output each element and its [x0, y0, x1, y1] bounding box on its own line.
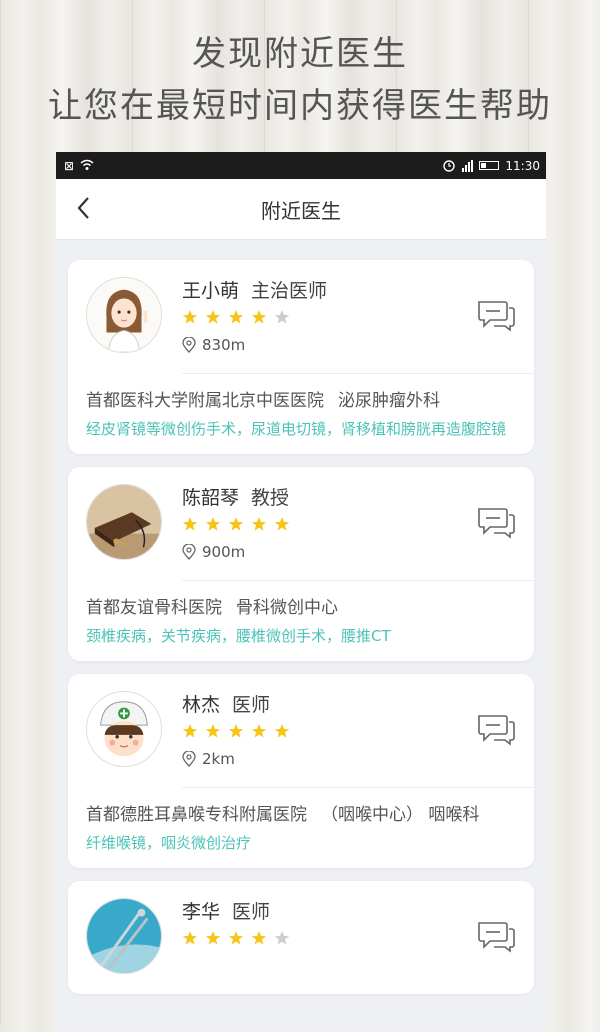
- department: 泌尿肿瘤外科: [338, 391, 440, 411]
- status-time: 11:30: [505, 158, 540, 173]
- star-filled-icon: [205, 931, 221, 945]
- chat-button[interactable]: [476, 297, 516, 333]
- doctor-card[interactable]: 林杰 医师 2km 首都德胜耳鼻喉专科附属医院 （咽喉中心） 咽喉科 纤维喉镜，咽炎…: [68, 674, 534, 868]
- promo-headline: 发现附近医生 让您在最短时间内获得医生帮助: [0, 28, 600, 132]
- specialties: 经皮肾镜等微创伤手术，尿道电切镜，肾移植和膀胱再造腹腔镜: [86, 420, 507, 438]
- promo-line-1: 发现附近医生: [192, 34, 408, 74]
- distance-value: 830m: [202, 336, 246, 354]
- alarm-icon: [442, 158, 456, 174]
- chat-bubble-icon: [478, 922, 515, 953]
- doctor-name-row: 李华 医师: [182, 897, 270, 924]
- location-pin-icon: [182, 544, 196, 560]
- star-filled-icon: [274, 724, 290, 738]
- doctor-title: 医师: [232, 901, 271, 923]
- specialties: 纤维喉镜，咽炎微创治疗: [86, 834, 252, 852]
- wifi-icon: [80, 159, 94, 173]
- hospital-name: 首都医科大学附属北京中医医院: [86, 391, 324, 411]
- page-title: 附近医生: [261, 198, 341, 223]
- star-filled-icon: [228, 724, 244, 738]
- doctor-title: 教授: [251, 487, 290, 509]
- department: （咽喉中心） 咽喉科: [321, 805, 480, 825]
- star-filled-icon: [274, 517, 290, 531]
- rating-stars: [182, 930, 290, 946]
- back-button[interactable]: [68, 193, 98, 223]
- rating-stars: [182, 309, 290, 325]
- star-filled-icon: [251, 310, 267, 324]
- distance: 830m: [182, 336, 245, 354]
- hospital-info: 首都医科大学附属北京中医医院 泌尿肿瘤外科: [86, 388, 516, 414]
- doctor-avatar: [86, 898, 162, 974]
- doctor-name: 李华: [182, 901, 221, 923]
- doctor-avatar: [86, 691, 162, 767]
- no-sim-icon: ⊠: [64, 158, 75, 173]
- doctor-name: 林杰: [182, 694, 221, 716]
- star-empty-icon: [274, 931, 290, 945]
- doctor-avatar: [86, 484, 162, 560]
- hospital-name: 首都德胜耳鼻喉专科附属医院: [86, 805, 307, 825]
- doctor-card[interactable]: 李华 医师: [68, 881, 534, 994]
- star-filled-icon: [182, 517, 198, 531]
- star-filled-icon: [251, 931, 267, 945]
- star-filled-icon: [228, 517, 244, 531]
- doctor-name-row: 王小萌 主治医师: [182, 276, 327, 303]
- doctor-name: 王小萌: [182, 280, 240, 302]
- chat-bubble-icon: [478, 508, 515, 539]
- chat-button[interactable]: [476, 711, 516, 747]
- distance-value: 900m: [202, 543, 246, 561]
- distance-value: 2km: [202, 750, 235, 768]
- doctor-name: 陈韶琴: [182, 487, 240, 509]
- doctor-card[interactable]: 王小萌 主治医师 830m 首都医科大学附属北京中医医院 泌尿肿瘤外科 经皮肾镜等微…: [68, 260, 534, 454]
- rating-stars: [182, 516, 290, 532]
- chat-button[interactable]: [476, 918, 516, 954]
- star-empty-icon: [274, 310, 290, 324]
- hospital-info: 首都德胜耳鼻喉专科附属医院 （咽喉中心） 咽喉科: [86, 802, 516, 828]
- specialties: 颈椎疾病，关节疾病，腰椎微创手术，腰推CT: [86, 627, 391, 645]
- chat-bubble-icon: [478, 301, 515, 332]
- chevron-left-icon: [77, 197, 89, 219]
- star-filled-icon: [182, 724, 198, 738]
- doctor-card[interactable]: 陈韶琴 教授 900m 首都友谊骨科医院 骨科微创中心 颈椎疾病，关节疾病，腰椎微创…: [68, 467, 534, 661]
- distance: 2km: [182, 750, 235, 768]
- doctor-list: 王小萌 主治医师 830m 首都医科大学附属北京中医医院 泌尿肿瘤外科 经皮肾镜等微…: [56, 240, 546, 994]
- star-filled-icon: [228, 931, 244, 945]
- doctor-avatar: [86, 277, 162, 353]
- doctor-name-row: 林杰 医师: [182, 690, 270, 717]
- doctor-title: 主治医师: [251, 280, 328, 302]
- star-filled-icon: [205, 310, 221, 324]
- star-filled-icon: [228, 310, 244, 324]
- chat-button[interactable]: [476, 504, 516, 540]
- star-filled-icon: [182, 310, 198, 324]
- phone-screen: ⊠ 11:30 附近医生 王小萌 主治医师 830m 首都医科大学附属北京中医医…: [56, 152, 546, 1032]
- doctor-name-row: 陈韶琴 教授: [182, 483, 289, 510]
- star-filled-icon: [205, 724, 221, 738]
- nav-bar: 附近医生: [56, 179, 546, 240]
- hospital-name: 首都友谊骨科医院: [86, 598, 222, 618]
- rating-stars: [182, 723, 290, 739]
- status-bar: ⊠ 11:30: [56, 152, 546, 179]
- star-filled-icon: [205, 517, 221, 531]
- department: 骨科微创中心: [236, 598, 338, 618]
- doctor-title: 医师: [232, 694, 271, 716]
- star-filled-icon: [251, 724, 267, 738]
- chat-bubble-icon: [478, 715, 515, 746]
- battery-icon: [479, 161, 500, 170]
- location-pin-icon: [182, 337, 196, 353]
- signal-icon: [462, 159, 474, 172]
- promo-line-2: 让您在最短时间内获得医生帮助: [48, 86, 552, 126]
- hospital-info: 首都友谊骨科医院 骨科微创中心: [86, 595, 516, 621]
- location-pin-icon: [182, 751, 196, 767]
- star-filled-icon: [251, 517, 267, 531]
- star-filled-icon: [182, 931, 198, 945]
- distance: 900m: [182, 543, 245, 561]
